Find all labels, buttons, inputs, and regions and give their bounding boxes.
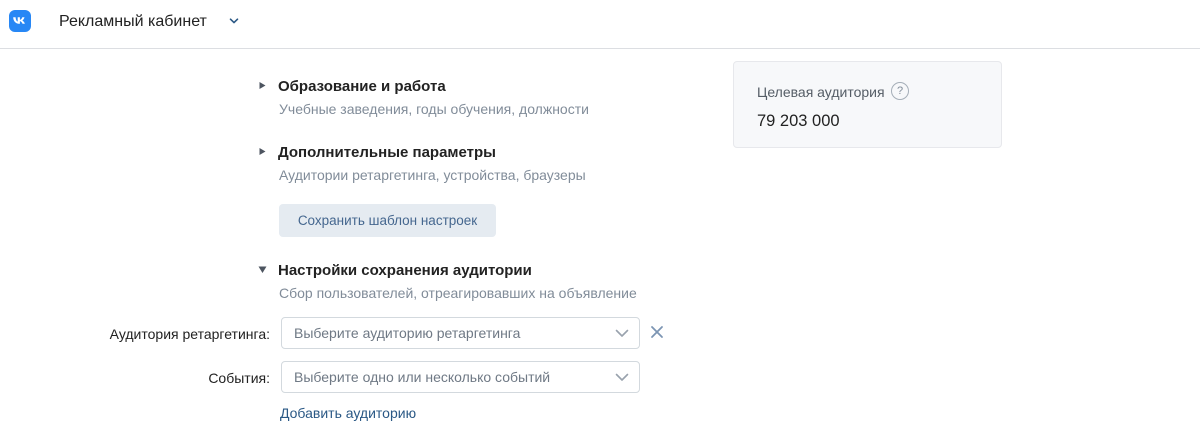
top-bar: Рекламный кабинет [0, 0, 1200, 49]
app-title[interactable]: Рекламный кабинет [59, 12, 207, 32]
chevron-down-icon [615, 329, 629, 337]
section-title[interactable]: Образование и работа [278, 78, 446, 96]
triangle-right-icon[interactable] [258, 81, 267, 90]
events-select[interactable]: Выберите одно или несколько событий [281, 361, 640, 393]
add-audience-link[interactable]: Добавить аудиторию [280, 405, 416, 421]
section-title[interactable]: Дополнительные параметры [278, 144, 496, 162]
events-label: События: [208, 370, 270, 386]
target-audience-card: Целевая аудитория ? 79 203 000 [733, 61, 1002, 148]
close-icon[interactable] [650, 325, 664, 339]
triangle-down-icon[interactable] [258, 265, 267, 274]
target-audience-label: Целевая аудитория [757, 84, 885, 100]
select-placeholder: Выберите аудиторию ретаргетинга [294, 325, 521, 341]
question-circle-icon[interactable]: ? [891, 82, 909, 100]
retargeting-audience-select[interactable]: Выберите аудиторию ретаргетинга [281, 317, 640, 349]
section-subtitle: Аудитории ретаргетинга, устройства, брау… [279, 167, 586, 183]
chevron-down-icon [615, 373, 629, 381]
select-placeholder: Выберите одно или несколько событий [294, 369, 551, 385]
chevron-down-icon[interactable] [229, 17, 239, 25]
section-subtitle: Учебные заведения, годы обучения, должно… [279, 101, 589, 117]
retargeting-audience-label: Аудитория ретаргетинга: [109, 326, 270, 342]
target-audience-value: 79 203 000 [757, 112, 840, 130]
section-subtitle: Сбор пользователей, отреагировавших на о… [279, 285, 637, 301]
save-template-button[interactable]: Сохранить шаблон настроек [279, 204, 496, 237]
section-title[interactable]: Настройки сохранения аудитории [278, 262, 532, 280]
triangle-right-icon[interactable] [258, 147, 267, 156]
vk-logo-icon[interactable] [9, 10, 31, 32]
